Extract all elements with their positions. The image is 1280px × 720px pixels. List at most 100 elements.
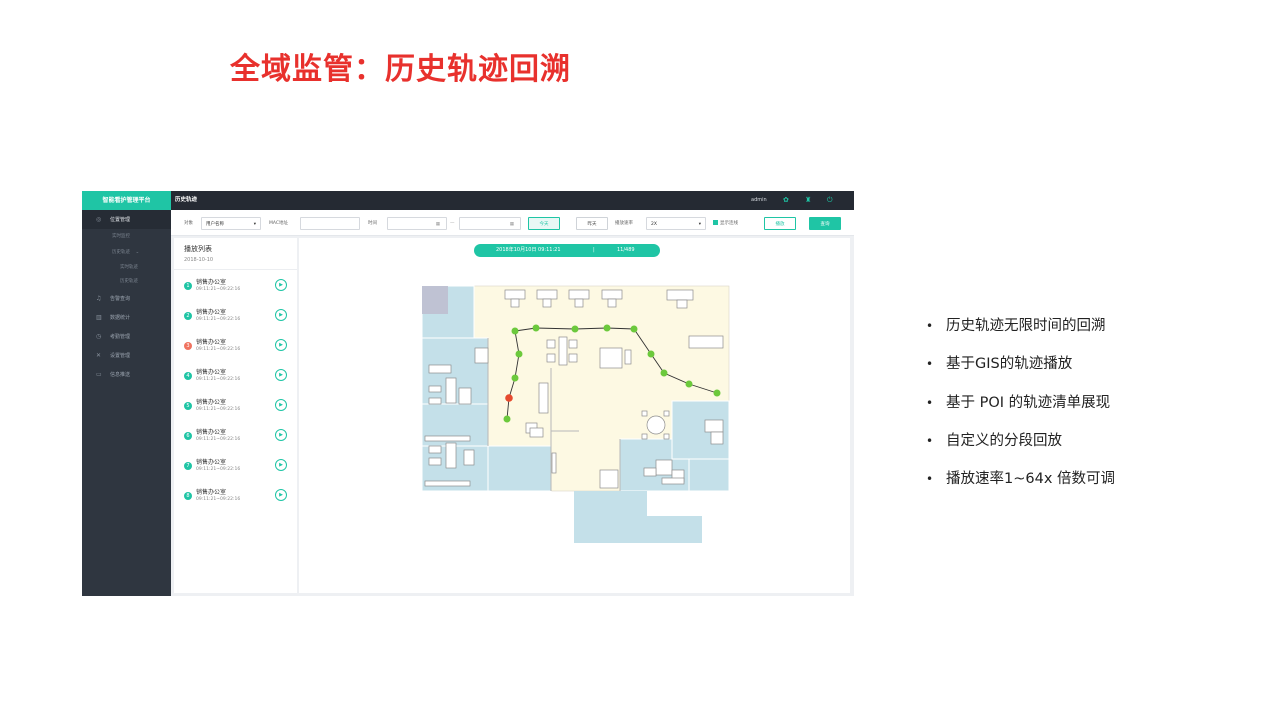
bullet-icon: • bbox=[926, 472, 934, 486]
speed-select[interactable]: 2X ▾ bbox=[646, 217, 706, 230]
mac-input[interactable] bbox=[300, 217, 360, 230]
item-time: 09:11:21~09:22:16 bbox=[196, 317, 241, 322]
bullet-icon: • bbox=[926, 434, 934, 448]
item-number: 5 bbox=[184, 402, 192, 410]
playback-datetime: 2018年10月10日 09:11:21 bbox=[496, 247, 561, 253]
chart-icon: ▥ bbox=[96, 314, 102, 321]
feature-item: • 基于 POI 的轨迹清单展现 bbox=[926, 391, 1226, 412]
item-number: 6 bbox=[184, 432, 192, 440]
item-name: 销售办公室 bbox=[196, 309, 227, 316]
sidebar-item-location[interactable]: ◎ 位置管理 bbox=[82, 210, 171, 229]
message-icon: ▭ bbox=[96, 371, 102, 378]
sidebar-sub-history[interactable]: 历史轨迹 ⌄ bbox=[82, 245, 171, 261]
object-select[interactable]: 用户名称 ▾ bbox=[201, 217, 261, 230]
list-item[interactable]: 4 销售办公室 09:11:21~09:22:16 ▶ bbox=[174, 363, 297, 393]
feature-text: 基于GIS的轨迹播放 bbox=[946, 356, 1073, 372]
list-item[interactable]: 8 销售办公室 09:11:21~09:22:16 ▶ bbox=[174, 483, 297, 513]
brand-title: 智能看护管理平台 bbox=[82, 191, 171, 210]
feature-text: 播放速率1~64x 倍数可调 bbox=[946, 471, 1116, 487]
object-label: 对象 bbox=[184, 221, 193, 226]
play-button[interactable]: 播放 bbox=[764, 217, 796, 230]
sidebar-item-messages[interactable]: ▭ 信息推送 bbox=[82, 365, 171, 384]
item-number: 8 bbox=[184, 492, 192, 500]
item-time: 09:11:21~09:22:16 bbox=[196, 407, 241, 412]
list-item[interactable]: 2 销售办公室 09:11:21~09:22:16 ▶ bbox=[174, 303, 297, 333]
playback-counter: 11/489 bbox=[617, 247, 635, 253]
calendar-icon: ▦ bbox=[435, 222, 440, 227]
bullet-icon: • bbox=[926, 319, 934, 333]
feature-item: • 基于GIS的轨迹播放 bbox=[926, 352, 1226, 373]
power-icon[interactable]: ⏻ bbox=[827, 191, 833, 210]
filter-bar: 对象 用户名称 ▾ MAC地址 时间 ▦ — ▦ 今天 昨天 播放速率 2X ▾… bbox=[171, 210, 854, 236]
play-icon[interactable]: ▶ bbox=[275, 369, 287, 381]
item-time: 09:11:21~09:22:16 bbox=[196, 347, 241, 352]
feature-text: 自定义的分段回放 bbox=[946, 433, 1062, 449]
map-panel: 2018年10月10日 09:11:21 | 11/489 bbox=[299, 238, 850, 593]
play-icon[interactable]: ▶ bbox=[275, 339, 287, 351]
sidebar-item-settings[interactable]: ✕ 设置管理 bbox=[82, 346, 171, 365]
bullet-icon: • bbox=[926, 396, 934, 410]
item-number: 2 bbox=[184, 312, 192, 320]
list-item[interactable]: 6 销售办公室 09:11:21~09:22:16 ▶ bbox=[174, 423, 297, 453]
bullet-icon: • bbox=[926, 357, 934, 371]
item-number: 4 bbox=[184, 372, 192, 380]
item-name: 销售办公室 bbox=[196, 369, 227, 376]
play-icon[interactable]: ▶ bbox=[275, 489, 287, 501]
item-name: 销售办公室 bbox=[196, 339, 227, 346]
query-button[interactable]: 查询 bbox=[809, 217, 841, 230]
sidebar-sub2-realtime-track[interactable]: 实时轨迹 bbox=[82, 261, 171, 275]
speed-label: 播放速率 bbox=[615, 221, 633, 226]
sidebar-item-label: 数据统计 bbox=[110, 315, 131, 321]
sidebar-item-label: 设置管理 bbox=[110, 353, 131, 359]
playlist-title: 播放列表 bbox=[184, 245, 212, 253]
list-item[interactable]: 1 销售办公室 09:11:21~09:22:16 ▶ bbox=[174, 273, 297, 303]
status-separator: | bbox=[593, 247, 595, 253]
today-button[interactable]: 今天 bbox=[528, 217, 560, 230]
item-name: 销售办公室 bbox=[196, 459, 227, 466]
range-separator: — bbox=[450, 221, 455, 226]
play-icon[interactable]: ▶ bbox=[275, 279, 287, 291]
item-number: 1 bbox=[184, 282, 192, 290]
sidebar-item-stats[interactable]: ▥ 数据统计 bbox=[82, 308, 171, 327]
gear-icon[interactable]: ✿ bbox=[783, 191, 789, 210]
playlist-panel: 播放列表 2018-10-10 1 销售办公室 09:11:21~09:22:1… bbox=[174, 238, 297, 593]
list-item[interactable]: 7 销售办公室 09:11:21~09:22:16 ▶ bbox=[174, 453, 297, 483]
checkbox-icon bbox=[713, 220, 718, 225]
item-time: 09:11:21~09:22:16 bbox=[196, 377, 241, 382]
user-name[interactable]: admin bbox=[751, 191, 767, 210]
location-icon: ◎ bbox=[96, 216, 102, 223]
show-line-checkbox[interactable]: 显示连线 bbox=[713, 217, 738, 230]
play-icon[interactable]: ▶ bbox=[275, 399, 287, 411]
list-item[interactable]: 3 销售办公室 09:11:21~09:22:16 ▶ bbox=[174, 333, 297, 363]
play-icon[interactable]: ▶ bbox=[275, 459, 287, 471]
yesterday-button[interactable]: 昨天 bbox=[576, 217, 608, 230]
app-screenshot: 智能看护管理平台 ◎ 位置管理 实时监控 历史轨迹 ⌄ 实时轨迹 历史轨迹 ♫ … bbox=[82, 191, 854, 596]
sidebar-item-alarm[interactable]: ♫ 告警查询 bbox=[82, 289, 171, 308]
sidebar-item-label: 考勤管理 bbox=[110, 334, 131, 340]
sidebar-sub-realtime[interactable]: 实时监控 bbox=[82, 229, 171, 245]
play-icon[interactable]: ▶ bbox=[275, 429, 287, 441]
shirt-icon[interactable]: ♜ bbox=[805, 191, 811, 210]
feature-item: • 历史轨迹无限时间的回溯 bbox=[926, 314, 1226, 335]
bell-icon: ♫ bbox=[96, 295, 102, 302]
end-date-input[interactable]: ▦ bbox=[459, 217, 521, 230]
mac-label: MAC地址 bbox=[269, 221, 289, 226]
start-date-input[interactable]: ▦ bbox=[387, 217, 447, 230]
sidebar: 智能看护管理平台 ◎ 位置管理 实时监控 历史轨迹 ⌄ 实时轨迹 历史轨迹 ♫ … bbox=[82, 191, 171, 596]
item-name: 销售办公室 bbox=[196, 399, 227, 406]
chevron-down-icon: ⌄ bbox=[135, 250, 140, 255]
sidebar-item-attendance[interactable]: ◷ 考勤管理 bbox=[82, 327, 171, 346]
playback-status-bar: 2018年10月10日 09:11:21 | 11/489 bbox=[474, 244, 660, 257]
item-time: 09:11:21~09:22:16 bbox=[196, 437, 241, 442]
play-icon[interactable]: ▶ bbox=[275, 309, 287, 321]
page-title: 历史轨迹 bbox=[175, 197, 198, 203]
sidebar-sub2-history-track[interactable]: 历史轨迹 bbox=[82, 275, 171, 289]
divider bbox=[174, 269, 297, 270]
list-item[interactable]: 5 销售办公室 09:11:21~09:22:16 ▶ bbox=[174, 393, 297, 423]
item-time: 09:11:21~09:22:16 bbox=[196, 467, 241, 472]
chevron-down-icon: ▾ bbox=[698, 222, 701, 227]
sidebar-item-label: 告警查询 bbox=[110, 296, 131, 302]
feature-text: 基于 POI 的轨迹清单展现 bbox=[946, 395, 1111, 411]
chevron-down-icon: ▾ bbox=[253, 222, 256, 227]
floor-plan-map[interactable] bbox=[299, 238, 850, 593]
